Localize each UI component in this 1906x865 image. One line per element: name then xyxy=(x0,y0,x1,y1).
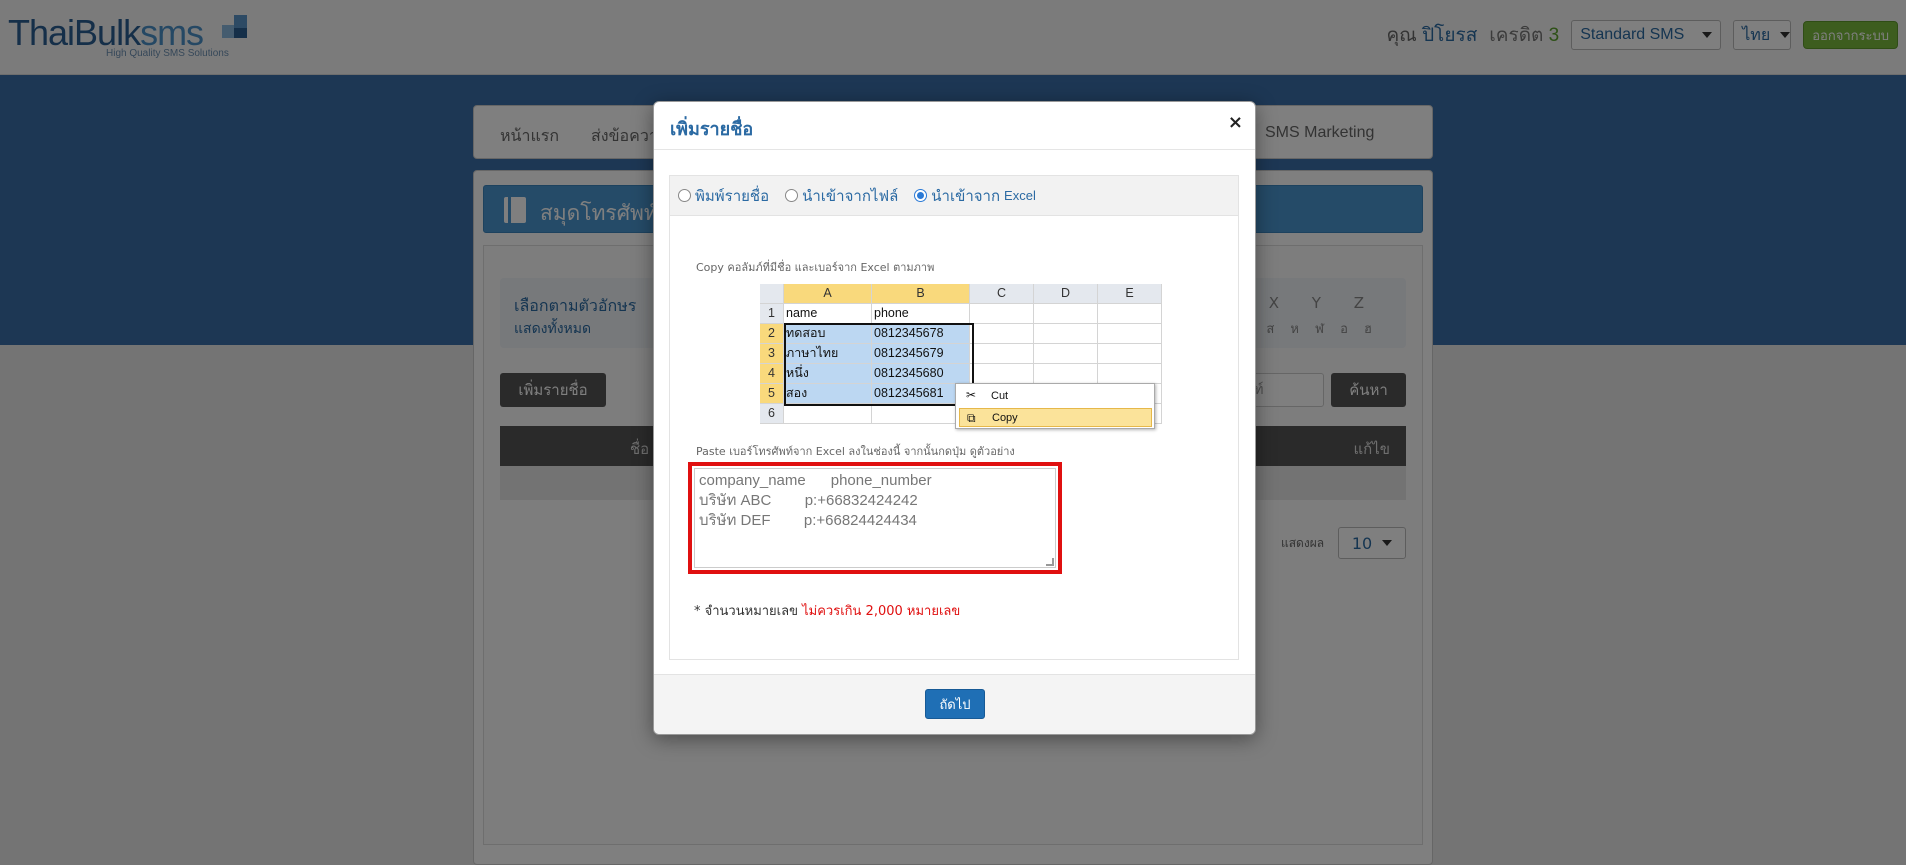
excel-example-image: A B C D E 1 name phone 2 ทดสอบ 0812345678 3 ภาษาไทย 0… xyxy=(760,284,1162,429)
excel-cell: ทดสอบ xyxy=(784,324,872,344)
excel-cell xyxy=(784,404,872,424)
excel-row-header: 5 xyxy=(760,384,784,404)
radio-label: นำเข้าจาก xyxy=(931,187,1001,205)
excel-cell xyxy=(970,304,1034,324)
note-warning: ไม่ควรเกิน 2,000 หมายเลข xyxy=(802,604,961,619)
excel-cell: name xyxy=(784,304,872,324)
menu-label: Cut xyxy=(991,389,1009,402)
menu-item-cut: ✂ Cut xyxy=(959,386,1152,405)
excel-cell: phone xyxy=(872,304,970,324)
radio-label: พิมพ์รายชื่อ xyxy=(695,187,770,205)
paste-line: บริษัท DEF p:+66824424434 xyxy=(699,512,917,529)
modal-title: เพิ่มรายชื่อ xyxy=(670,119,754,139)
excel-row-header: 2 xyxy=(760,324,784,344)
radio-type-names[interactable]: พิมพ์รายชื่อ xyxy=(678,184,769,208)
excel-cell xyxy=(1034,324,1098,344)
limit-note: * จำนวนหมายเลข ไม่ควรเกิน 2,000 หมายเลข xyxy=(694,600,960,621)
excel-cell xyxy=(1098,324,1162,344)
radio-label: นำเข้าจากไฟล์ xyxy=(802,187,899,205)
excel-cell xyxy=(1098,304,1162,324)
excel-cell xyxy=(970,344,1034,364)
radio-button-selected[interactable] xyxy=(914,189,928,202)
import-method-options: พิมพ์รายชื่อ นำเข้าจากไฟล์ นำเข้าจาก Exc… xyxy=(670,176,1238,216)
copy-icon: ⧉ xyxy=(967,411,976,425)
note-prefix: * จำนวนหมายเลข xyxy=(694,604,798,619)
excel-cell: 0812345678 xyxy=(872,324,970,344)
menu-label: Copy xyxy=(992,411,1018,424)
excel-cell: 0812345680 xyxy=(872,364,970,384)
excel-cell xyxy=(1098,364,1162,384)
close-icon[interactable]: × xyxy=(1228,112,1243,133)
add-contact-modal: เพิ่มรายชื่อ × พิมพ์รายชื่อ นำเข้าจากไฟล… xyxy=(653,101,1256,735)
excel-cell xyxy=(1098,344,1162,364)
excel-col-header: B xyxy=(872,284,970,304)
excel-cell xyxy=(970,324,1034,344)
radio-import-file[interactable]: นำเข้าจากไฟล์ xyxy=(785,184,898,208)
excel-cell xyxy=(1034,344,1098,364)
radio-import-excel[interactable]: นำเข้าจาก Excel xyxy=(914,184,1036,208)
excel-row-header: 6 xyxy=(760,404,784,424)
excel-row-header: 1 xyxy=(760,304,784,324)
resize-grip-icon[interactable] xyxy=(1046,558,1054,566)
excel-row-header: 3 xyxy=(760,344,784,364)
copy-instruction: Copy คอลัมภ์ที่มีชื่อ และเบอร์จาก Excel … xyxy=(696,261,935,274)
paste-line: company_name phone_number xyxy=(699,472,932,489)
excel-cell: ภาษาไทย xyxy=(784,344,872,364)
excel-col-header: C xyxy=(970,284,1034,304)
excel-cell: หนึ่ง xyxy=(784,364,872,384)
excel-corner xyxy=(760,284,784,304)
paste-instruction: Paste เบอร์โทรศัพท์จาก Excel ลงในช่องนี้… xyxy=(696,445,1015,458)
excel-col-header: E xyxy=(1098,284,1162,304)
modal-body: พิมพ์รายชื่อ นำเข้าจากไฟล์ นำเข้าจาก Exc… xyxy=(669,175,1239,660)
excel-cell: สอง xyxy=(784,384,872,404)
radio-button[interactable] xyxy=(785,189,799,202)
excel-col-header: A xyxy=(784,284,872,304)
menu-item-copy: ⧉ Copy xyxy=(959,408,1152,427)
modal-header: เพิ่มรายชื่อ × xyxy=(654,102,1255,150)
excel-cell: 0812345679 xyxy=(872,344,970,364)
paste-line: บริษัท ABC p:+66832424242 xyxy=(699,492,918,509)
next-button[interactable]: ถัดไป xyxy=(925,689,985,719)
excel-cell xyxy=(1034,364,1098,384)
modal-footer: ถัดไป xyxy=(654,674,1255,734)
paste-highlight: company_name phone_number บริษัท ABC p:+… xyxy=(688,462,1062,574)
scissors-icon: ✂ xyxy=(966,388,977,402)
excel-row-header: 4 xyxy=(760,364,784,384)
excel-cell xyxy=(1034,304,1098,324)
context-menu: ✂ Cut ⧉ Copy xyxy=(955,383,1155,429)
excel-cell xyxy=(970,364,1034,384)
radio-label-excel: Excel xyxy=(1004,188,1036,203)
excel-col-header: D xyxy=(1034,284,1098,304)
paste-textarea[interactable]: company_name phone_number บริษัท ABC p:+… xyxy=(694,468,1056,568)
radio-button[interactable] xyxy=(678,189,691,202)
